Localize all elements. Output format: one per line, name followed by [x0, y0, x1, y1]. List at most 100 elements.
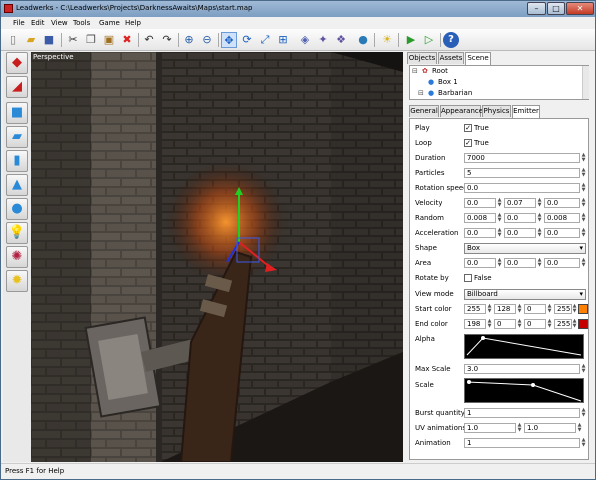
select-scale-icon[interactable]: ⤢ [257, 32, 273, 48]
particle-icon[interactable]: ✺ [6, 246, 28, 268]
spin-arrows-icon[interactable]: ▲ ▼ [581, 438, 586, 448]
particles-field[interactable]: 5 [464, 168, 580, 178]
start-color-a-field[interactable]: 255 [554, 304, 572, 314]
redo-icon[interactable]: ↷ [159, 32, 175, 48]
maximize-button[interactable]: □ [547, 2, 565, 15]
spin-arrows-icon[interactable]: ▲ ▼ [581, 198, 586, 208]
velocity-y-field[interactable]: 0.07 [504, 198, 536, 208]
cut-icon[interactable]: ✂ [65, 32, 81, 48]
cylinder-brush-icon[interactable]: ▮ [6, 150, 28, 172]
box-brush-icon[interactable]: ◆ [6, 52, 28, 74]
minimize-button[interactable]: – [527, 2, 546, 15]
acceleration-y-field[interactable]: 0.0 [504, 228, 536, 238]
tree-item-barbarian[interactable]: Barbarian [438, 89, 472, 97]
menu-game[interactable]: Game [99, 19, 120, 27]
wedge-brush-icon[interactable]: ◢ [6, 76, 28, 98]
spin-arrows-icon[interactable]: ▲ ▼ [581, 153, 586, 163]
copy-icon[interactable]: ❐ [83, 32, 99, 48]
acceleration-x-field[interactable]: 0.0 [464, 228, 496, 238]
spin-arrows-icon[interactable]: ▲ ▼ [537, 198, 542, 208]
tab-emitter[interactable]: Emitter [512, 105, 540, 118]
end-color-swatch[interactable] [578, 319, 588, 329]
scale-curve-editor[interactable] [464, 378, 584, 403]
velocity-x-field[interactable]: 0.0 [464, 198, 496, 208]
tab-appearance[interactable]: Appearance [440, 105, 483, 117]
paste-icon[interactable]: ▣ [101, 32, 117, 48]
spin-arrows-icon[interactable]: ▲ ▼ [581, 258, 586, 268]
spin-arrows-icon[interactable]: ▲ ▼ [537, 228, 542, 238]
slab-brush-icon[interactable]: ▰ [6, 126, 28, 148]
spin-arrows-icon[interactable]: ▲ ▼ [517, 319, 522, 329]
snap-icon[interactable]: ⊞ [275, 32, 291, 48]
shape-select[interactable]: Box ▾ [464, 243, 586, 254]
tree-expander-icon[interactable]: ⊟ [418, 89, 424, 97]
area-x-field[interactable]: 0.0 [464, 258, 496, 268]
rotate-by-checkbox[interactable] [464, 274, 472, 282]
tree-item-box[interactable]: Box 1 [438, 78, 458, 86]
random-x-field[interactable]: 0.008 [464, 213, 496, 223]
end-color-b-field[interactable]: 0 [524, 319, 546, 329]
tree-item-root[interactable]: Root [432, 67, 448, 75]
material-icon[interactable]: ❖ [333, 32, 349, 48]
spin-arrows-icon[interactable]: ▲ ▼ [581, 408, 586, 418]
spin-arrows-icon[interactable]: ▲ ▼ [547, 319, 552, 329]
zoom-out-icon[interactable]: ⊖ [199, 32, 215, 48]
spin-arrows-icon[interactable]: ▲ ▼ [572, 319, 577, 329]
menu-help[interactable]: Help [125, 19, 141, 27]
max-scale-field[interactable]: 3.0 [464, 364, 580, 374]
run-icon[interactable]: ▷ [421, 32, 437, 48]
menu-file[interactable]: File [13, 19, 25, 27]
tab-general[interactable]: General [409, 105, 439, 117]
menu-view[interactable]: View [51, 19, 68, 27]
alpha-curve-editor[interactable] [464, 334, 584, 359]
spin-arrows-icon[interactable]: ▲ ▼ [497, 213, 502, 223]
select-rotate-icon[interactable]: ⟳ [239, 32, 255, 48]
undo-icon[interactable]: ↶ [141, 32, 157, 48]
end-color-g-field[interactable]: 0 [494, 319, 516, 329]
spin-arrows-icon[interactable]: ▲ ▼ [517, 304, 522, 314]
spin-arrows-icon[interactable]: ▲ ▼ [497, 258, 502, 268]
spin-arrows-icon[interactable]: ▲ ▼ [581, 183, 586, 193]
menu-tools[interactable]: Tools [73, 19, 90, 27]
end-color-a-field[interactable]: 255 [554, 319, 572, 329]
spin-arrows-icon[interactable]: ▲ ▼ [537, 258, 542, 268]
tab-assets[interactable]: Assets [438, 52, 464, 64]
spin-arrows-icon[interactable]: ▲ ▼ [497, 198, 502, 208]
grid-icon[interactable]: ◈ [297, 32, 313, 48]
tab-objects[interactable]: Objects [407, 52, 437, 64]
sun-light-icon[interactable]: ✹ [6, 270, 28, 292]
animation-field[interactable]: 1 [464, 438, 580, 448]
spin-arrows-icon[interactable]: ▲ ▼ [581, 168, 586, 178]
zoom-in-icon[interactable]: ⊕ [181, 32, 197, 48]
spin-arrows-icon[interactable]: ▲ ▼ [497, 228, 502, 238]
burst-quantity-field[interactable]: 1 [464, 408, 580, 418]
play-icon[interactable]: ▶ [403, 32, 419, 48]
spin-arrows-icon[interactable]: ▲ ▼ [517, 423, 522, 433]
spin-arrows-icon[interactable]: ▲ ▼ [487, 319, 492, 329]
spin-arrows-icon[interactable]: ▲ ▼ [581, 213, 586, 223]
velocity-z-field[interactable]: 0.0 [544, 198, 580, 208]
spin-arrows-icon[interactable]: ▲ ▼ [487, 304, 492, 314]
tree-scrollbar[interactable] [582, 66, 589, 99]
select-move-icon[interactable]: ✥ [221, 32, 237, 48]
uv-animations-x-field[interactable]: 1.0 [464, 423, 516, 433]
spin-arrows-icon[interactable]: ▲ ▼ [581, 228, 586, 238]
open-folder-icon[interactable]: ▰ [23, 32, 39, 48]
sphere-brush-icon[interactable]: ● [6, 198, 28, 220]
duration-field[interactable]: 7000 [464, 153, 580, 163]
new-file-icon[interactable]: ▯ [5, 32, 21, 48]
perspective-viewport[interactable]: Perspective [31, 52, 403, 462]
cube-brush-icon[interactable]: ■ [6, 102, 28, 124]
help-icon[interactable]: ? [443, 32, 459, 48]
start-color-r-field[interactable]: 255 [464, 304, 486, 314]
save-icon[interactable]: ■ [41, 32, 57, 48]
spin-arrows-icon[interactable]: ▲ ▼ [581, 364, 586, 374]
sun-icon[interactable]: ● [355, 32, 371, 48]
tab-physics[interactable]: Physics [482, 105, 511, 117]
start-color-g-field[interactable]: 128 [494, 304, 516, 314]
delete-icon[interactable]: ✖ [119, 32, 135, 48]
end-color-r-field[interactable]: 198 [464, 319, 486, 329]
tab-scene[interactable]: Scene [465, 52, 491, 65]
cone-brush-icon[interactable]: ▲ [6, 174, 28, 196]
title-bar[interactable]: Leadwerks - C:\Leadwerks\Projects\Darkne… [1, 1, 595, 17]
